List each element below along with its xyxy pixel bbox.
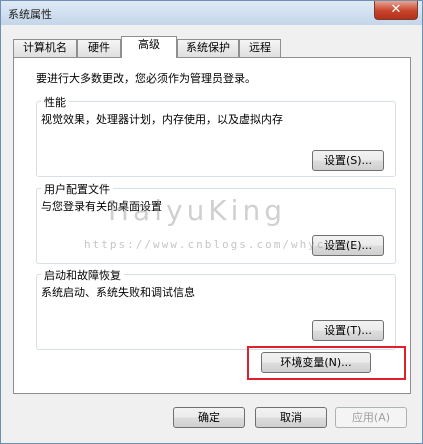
watermark-text: HaiyuKing <box>108 194 286 227</box>
close-icon: ✕ <box>390 2 402 17</box>
system-properties-dialog: 系统属性 ✕ 计算机名 硬件 高级 系统保护 远程 要进行大多数更改，您必须作为… <box>0 0 423 444</box>
performance-group: 性能 视觉效果，处理器计划，内存使用，以及虚拟内存 设置(S)... <box>36 94 396 177</box>
tab-system-protection[interactable]: 系统保护 <box>177 39 239 57</box>
apply-button[interactable]: 应用(A) <box>335 407 407 428</box>
startup-recovery-desc: 系统启动、系统失败和调试信息 <box>41 286 195 299</box>
tab-remote[interactable]: 远程 <box>239 39 281 57</box>
tab-computer-name[interactable]: 计算机名 <box>13 39 77 57</box>
startup-recovery-settings-button[interactable]: 设置(T)... <box>312 320 384 341</box>
performance-settings-button[interactable]: 设置(S)... <box>312 150 384 171</box>
performance-title: 性能 <box>41 94 69 110</box>
cancel-button[interactable]: 取消 <box>255 407 327 428</box>
close-button[interactable]: ✕ <box>374 1 418 20</box>
tab-advanced[interactable]: 高级 <box>121 36 177 58</box>
admin-notice: 要进行大多数更改，您必须作为管理员登录。 <box>36 72 256 85</box>
ok-button[interactable]: 确定 <box>173 407 245 428</box>
title-bar[interactable]: 系统属性 ✕ <box>1 1 422 25</box>
performance-desc: 视觉效果，处理器计划，内存使用，以及虚拟内存 <box>41 113 283 126</box>
startup-recovery-title: 启动和故障恢复 <box>41 267 124 283</box>
startup-recovery-group: 启动和故障恢复 系统启动、系统失败和调试信息 设置(T)... <box>36 267 396 350</box>
tab-hardware[interactable]: 硬件 <box>77 39 121 57</box>
user-profiles-title: 用户配置文件 <box>41 181 113 197</box>
highlight-box <box>247 346 406 380</box>
window-title: 系统属性 <box>8 8 52 21</box>
watermark-url: https://www.cnblogs.com/whycxb/ <box>84 238 352 251</box>
